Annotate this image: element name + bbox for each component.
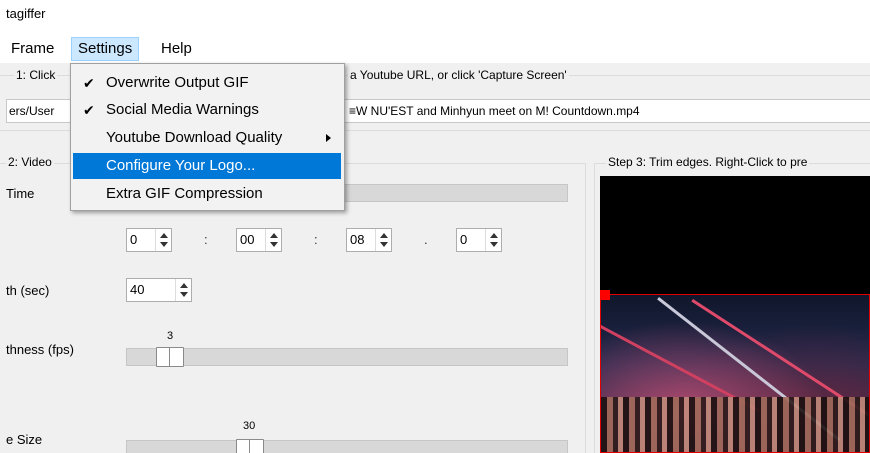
crop-handle-top-left[interactable] xyxy=(600,290,610,300)
size-slider-thumb[interactable] xyxy=(236,439,264,453)
smoothness-label: thness (fps) xyxy=(6,342,74,357)
menu-item-label: Extra GIF Compression xyxy=(106,185,263,202)
smoothness-slider[interactable] xyxy=(126,348,568,366)
down-arrow-icon xyxy=(180,292,188,297)
seconds-arrows[interactable] xyxy=(375,229,391,251)
size-slider[interactable] xyxy=(126,440,568,453)
seconds-spinner[interactable]: 08 xyxy=(346,228,392,252)
down-arrow-icon xyxy=(490,242,498,247)
length-spinner[interactable]: 40 xyxy=(126,278,192,302)
time-separator: . xyxy=(424,232,428,247)
time-separator: : xyxy=(314,232,318,247)
minutes-value: 00 xyxy=(240,232,255,247)
app-window: tagiffer Frame Settings Help 1: Click a … xyxy=(0,0,870,453)
menu-item-label: Configure Your Logo... xyxy=(106,157,256,174)
step2-label: 2: Video xyxy=(6,155,54,169)
menu-item-label: Youtube Download Quality xyxy=(106,129,283,146)
check-icon: ✔ xyxy=(83,102,95,118)
menu-item-label: Overwrite Output GIF xyxy=(106,74,249,91)
menu-frame[interactable]: Frame xyxy=(5,37,60,61)
smoothness-slider-thumb[interactable] xyxy=(156,347,184,367)
settings-dropdown-menu: ✔ Overwrite Output GIF ✔ Social Media Wa… xyxy=(70,63,345,211)
hours-value: 0 xyxy=(130,232,138,247)
up-arrow-icon xyxy=(160,233,168,238)
up-arrow-icon xyxy=(380,233,388,238)
step3-label: Step 3: Trim edges. Right-Click to pre xyxy=(606,155,810,169)
length-label: th (sec) xyxy=(6,283,50,298)
down-arrow-icon xyxy=(380,242,388,247)
smoothness-value: 3 xyxy=(167,330,174,342)
minutes-spinner[interactable]: 00 xyxy=(236,228,282,252)
up-arrow-icon xyxy=(270,233,278,238)
path-right-text: ≡W NU'EST and Minhyun meet on M! Countdo… xyxy=(349,104,640,118)
check-icon: ✔ xyxy=(83,75,95,91)
menu-item-youtube-download-quality[interactable]: Youtube Download Quality xyxy=(73,125,341,151)
size-value: 30 xyxy=(243,420,256,432)
frames-value: 0 xyxy=(460,232,468,247)
seconds-value: 08 xyxy=(350,232,365,247)
up-arrow-icon xyxy=(180,283,188,288)
menu-item-configure-your-logo[interactable]: Configure Your Logo... xyxy=(73,153,341,179)
start-time-label: Time xyxy=(6,186,35,201)
minutes-arrows[interactable] xyxy=(265,229,281,251)
window-title: tagiffer xyxy=(6,6,46,21)
submenu-arrow-icon xyxy=(326,134,331,142)
frames-spinner[interactable]: 0 xyxy=(456,228,502,252)
step1-label-right: a Youtube URL, or click 'Capture Screen' xyxy=(348,68,569,82)
length-value: 40 xyxy=(130,282,145,297)
crowd-image xyxy=(601,397,869,452)
menu-item-extra-gif-compression[interactable]: Extra GIF Compression xyxy=(73,181,341,207)
down-arrow-icon xyxy=(270,242,278,247)
path-left-text: ers/User xyxy=(9,104,55,118)
size-label: e Size xyxy=(6,432,43,447)
frames-arrows[interactable] xyxy=(485,229,501,251)
preview-frame-image[interactable] xyxy=(600,294,870,453)
up-arrow-icon xyxy=(490,233,498,238)
step1-label-left: 1: Click xyxy=(14,68,58,82)
hours-arrows[interactable] xyxy=(155,229,171,251)
menu-item-label: Social Media Warnings xyxy=(106,101,259,118)
menu-item-social-media-warnings[interactable]: ✔ Social Media Warnings xyxy=(73,97,341,123)
hours-spinner[interactable]: 0 xyxy=(126,228,172,252)
title-bar: tagiffer xyxy=(0,0,870,33)
down-arrow-icon xyxy=(160,242,168,247)
time-separator: : xyxy=(204,232,208,247)
menu-item-overwrite-output-gif[interactable]: ✔ Overwrite Output GIF xyxy=(73,70,341,96)
menu-bar: Frame Settings Help xyxy=(0,33,870,63)
start-time-track[interactable] xyxy=(340,184,568,202)
menu-settings[interactable]: Settings xyxy=(71,37,140,61)
length-arrows[interactable] xyxy=(175,279,191,301)
menu-help[interactable]: Help xyxy=(155,37,198,61)
